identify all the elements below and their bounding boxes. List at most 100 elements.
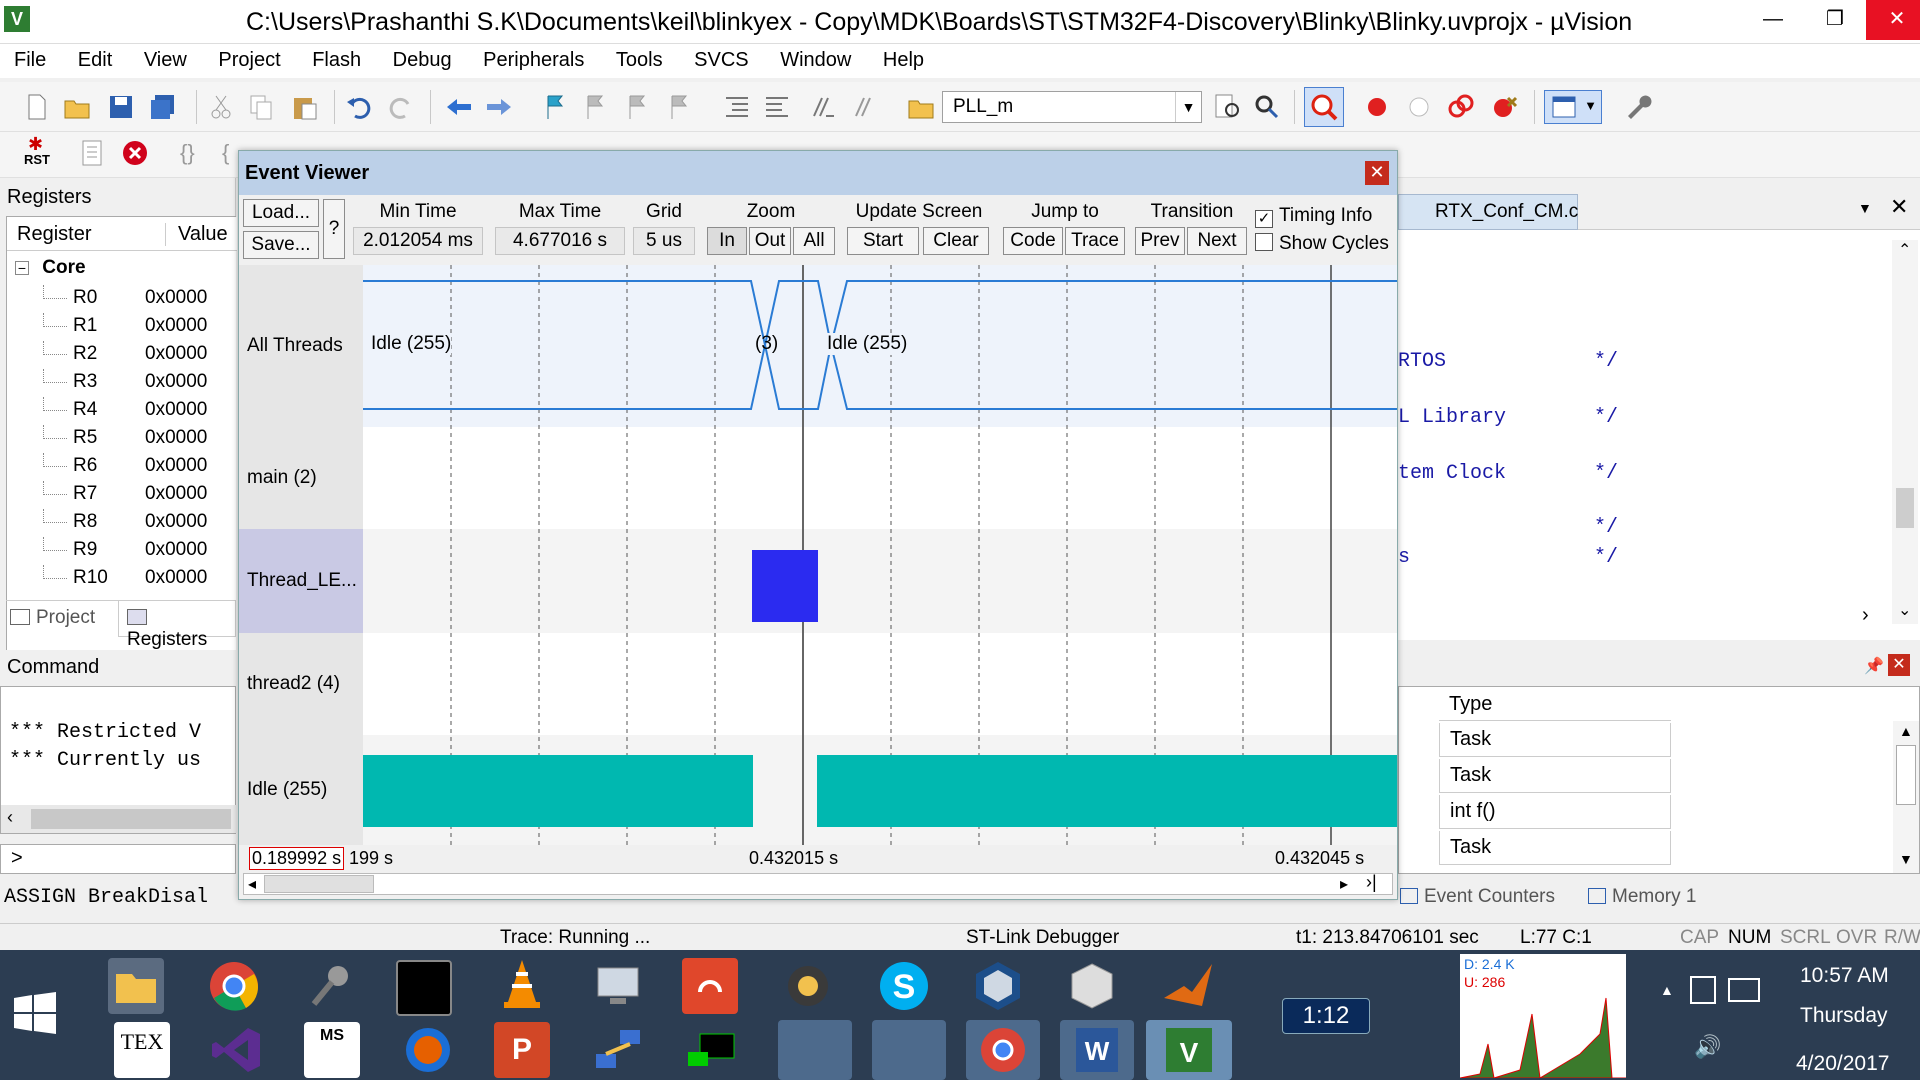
register-value[interactable]: 0x0000 — [145, 371, 207, 393]
scroll-up-icon[interactable]: ⌃ — [1898, 240, 1911, 260]
event-viewer-titlebar[interactable]: Event Viewer ✕ — [239, 151, 1397, 195]
watch-vscrollbar[interactable]: ▲ ▼ — [1893, 721, 1919, 873]
menu-peripherals[interactable]: Peripherals — [469, 44, 596, 72]
open-folder-icon[interactable] — [62, 92, 92, 122]
cut-icon[interactable] — [206, 92, 236, 122]
tex-icon[interactable]: TEX — [114, 1022, 170, 1078]
show-hidden-icons[interactable]: ▲ — [1660, 982, 1674, 998]
register-row[interactable]: R8 0x0000 — [7, 509, 237, 537]
save-icon[interactable] — [106, 92, 136, 122]
visual-studio-icon[interactable] — [208, 1022, 264, 1078]
col-value[interactable]: Value — [165, 223, 228, 246]
window-layout-button[interactable]: ▼ — [1544, 90, 1602, 124]
step-over-icon[interactable]: { — [222, 140, 229, 166]
menu-svcs[interactable]: SVCS — [680, 44, 760, 72]
call-stack-row[interactable]: Task — [1439, 759, 1671, 793]
tab-registers[interactable]: Registers — [118, 601, 236, 650]
menu-view[interactable]: View — [130, 44, 199, 72]
save-events-button[interactable]: Save... — [243, 231, 319, 259]
register-row[interactable]: R5 0x0000 — [7, 425, 237, 453]
register-value[interactable]: 0x0000 — [145, 287, 207, 309]
uvision-taskbar-icon[interactable]: V — [1146, 1020, 1232, 1080]
find-in-files-icon[interactable] — [906, 92, 936, 122]
register-value[interactable]: 0x0000 — [145, 539, 207, 561]
breakpoint-kill-all-icon[interactable] — [1490, 92, 1520, 122]
copy-icon[interactable] — [246, 92, 276, 122]
incremental-find-icon[interactable] — [1252, 92, 1282, 122]
menu-debug[interactable]: Debug — [379, 44, 464, 72]
row-label-thread-led[interactable]: Thread_LE... — [239, 529, 363, 633]
scroll-left-icon[interactable]: ‹ — [7, 807, 13, 828]
collapse-icon[interactable]: − — [15, 261, 29, 275]
vlc-icon[interactable] — [494, 956, 550, 1012]
find-icon[interactable] — [1212, 92, 1242, 122]
clock-date[interactable]: 4/20/2017 — [1796, 1052, 1889, 1076]
configure-wrench-icon[interactable] — [1622, 92, 1652, 122]
menu-project[interactable]: Project — [204, 44, 292, 72]
bookmark-icon[interactable] — [540, 92, 570, 122]
register-value[interactable]: 0x0000 — [145, 567, 207, 589]
step-into-icon[interactable]: {} — [180, 140, 195, 166]
chevron-down-icon[interactable]: ▼ — [1858, 200, 1872, 216]
register-row[interactable]: R6 0x0000 — [7, 453, 237, 481]
register-value[interactable]: 0x0000 — [145, 343, 207, 365]
call-stack-row[interactable]: Task — [1439, 831, 1671, 865]
uncomment-icon[interactable] — [850, 92, 880, 122]
scroll-left-icon[interactable]: ◂ — [248, 874, 256, 894]
command-output[interactable]: *** Restricted V *** Currently us ‹ — [0, 686, 237, 834]
register-row[interactable]: R1 0x0000 — [7, 313, 237, 341]
timing-info-checkbox[interactable]: ✓ Timing Info — [1255, 205, 1372, 228]
jump-trace-button[interactable]: Trace — [1065, 227, 1125, 255]
new-file-icon[interactable] — [22, 92, 52, 122]
breakpoint-disable-all-icon[interactable] — [1446, 92, 1476, 122]
tab-rtx-conf[interactable]: RTX_Conf_CM.c — [1398, 194, 1578, 230]
redo-icon[interactable] — [386, 92, 416, 122]
transition-prev-button[interactable]: Prev — [1135, 227, 1185, 255]
unindent-icon[interactable] — [762, 92, 792, 122]
breakpoint-insert-icon[interactable] — [1362, 92, 1392, 122]
chrome-icon[interactable] — [206, 958, 262, 1014]
save-all-icon[interactable] — [148, 92, 178, 122]
zoom-all-button[interactable]: All — [793, 227, 835, 255]
command-hscrollbar[interactable]: ‹ — [1, 805, 237, 833]
terminal-icon[interactable] — [396, 960, 452, 1016]
call-stack-row[interactable]: Task — [1439, 723, 1671, 757]
scroll-thumb[interactable] — [31, 809, 231, 829]
remote-desktop-icon[interactable] — [684, 1022, 740, 1078]
code-editor[interactable]: RTX_Conf_CM.c ▼ ✕ RTOS */ L Library */ tem C… — [1398, 190, 1920, 640]
ms-office-icon[interactable]: MS — [304, 1022, 360, 1078]
headset-icon[interactable] — [780, 958, 836, 1014]
show-cycles-checkbox[interactable]: Show Cycles — [1255, 233, 1389, 255]
tab-project[interactable]: Project — [10, 607, 95, 629]
menu-tools[interactable]: Tools — [602, 44, 675, 72]
volume-icon[interactable]: 🔊 — [1694, 1034, 1721, 1060]
help-button[interactable]: ? — [323, 199, 345, 259]
register-value[interactable]: 0x0000 — [145, 455, 207, 477]
col-register[interactable]: Register — [17, 223, 91, 246]
skype-icon[interactable]: S — [876, 958, 932, 1014]
core-group-row[interactable]: − Core — [15, 257, 86, 285]
timeline-hscrollbar[interactable]: ◂ ▸ ›| — [243, 872, 1393, 895]
audio-app-icon[interactable] — [682, 958, 738, 1014]
register-row[interactable]: R7 0x0000 — [7, 481, 237, 509]
command-input[interactable]: > — [0, 844, 236, 874]
thread-led-run-block[interactable] — [752, 550, 818, 622]
device-tray-icon[interactable] — [1690, 976, 1716, 1004]
comment-icon[interactable] — [808, 92, 838, 122]
indent-icon[interactable] — [722, 92, 752, 122]
maximize-button[interactable]: ❐ — [1804, 0, 1866, 40]
paste-icon[interactable] — [290, 92, 320, 122]
zoom-in-button[interactable]: In — [707, 227, 747, 255]
network-tray-icon[interactable] — [1728, 978, 1760, 1002]
undo-icon[interactable] — [344, 92, 374, 122]
reset-cpu-button[interactable]: RST ✱ — [22, 134, 56, 172]
zoom-out-button[interactable]: Out — [749, 227, 791, 255]
scroll-right-icon[interactable]: › — [1862, 604, 1869, 627]
menu-window[interactable]: Window — [766, 44, 863, 72]
scroll-up-icon[interactable]: ▲ — [1899, 723, 1913, 739]
virtualbox-icon[interactable] — [970, 958, 1026, 1014]
scroll-down-icon[interactable]: ▼ — [1899, 851, 1913, 867]
minimize-button[interactable]: — — [1742, 0, 1804, 40]
timer-widget[interactable]: 1:12 — [1282, 998, 1370, 1034]
network-meter-widget[interactable]: D: 2.4 K U: 286 — [1460, 954, 1626, 1078]
